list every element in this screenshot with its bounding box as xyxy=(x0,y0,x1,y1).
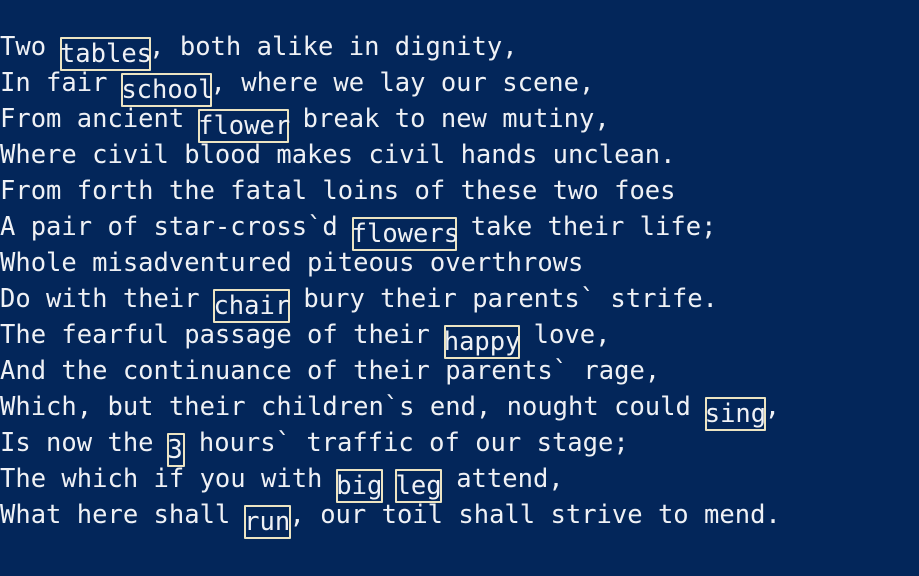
verse-text: , both alike in dignity, xyxy=(149,32,518,62)
verse-text: A pair of star-cross`d xyxy=(0,212,354,242)
verse-line: Where civil blood makes civil hands uncl… xyxy=(0,137,919,173)
verse-text: hours` traffic of our stage; xyxy=(183,428,629,458)
verse-text: Whole misadventured piteous overthrows xyxy=(0,248,584,278)
verse-text: The fearful passage of their xyxy=(0,320,446,350)
verse-text: Is now the xyxy=(0,428,169,458)
verse-text: attend, xyxy=(440,464,564,494)
verse-text: , where we lay our scene, xyxy=(210,68,595,98)
verse-line: The fearful passage of their happy love, xyxy=(0,317,919,357)
verse-text: love, xyxy=(518,320,611,350)
verse-text: The which if you with xyxy=(0,464,338,494)
verse-text: , xyxy=(764,392,781,422)
verse-line: Two tables, both alike in dignity, xyxy=(0,29,919,69)
verse-text: What here shall xyxy=(0,500,246,530)
verse-line: From ancient flower break to new mutiny, xyxy=(0,101,919,141)
verse-line: A pair of star-cross`d flowers take thei… xyxy=(0,209,919,249)
verse-line: What here shall run, our toil shall stri… xyxy=(0,497,919,537)
poem-canvas: Two tables, both alike in dignity, In fai… xyxy=(0,0,919,576)
verse-line: Is now the 3 hours` traffic of our stage… xyxy=(0,425,919,465)
verse-line: Which, but their children`s end, nought … xyxy=(0,389,919,429)
verse-text: From ancient xyxy=(0,104,200,134)
verse-text: take their life; xyxy=(455,212,717,242)
verse-text: From forth the fatal loins of these two … xyxy=(0,176,676,206)
verse-text: And the continuance of their parents` ra… xyxy=(0,356,661,386)
verse-line: Do with their chair bury their parents` … xyxy=(0,281,919,321)
highlighted-word[interactable]: run xyxy=(244,505,291,539)
verse-line: The which if you with big leg attend, xyxy=(0,461,919,501)
verse-text: In fair xyxy=(0,68,123,98)
verse-line: And the continuance of their parents` ra… xyxy=(0,353,919,389)
verse-text: bury their parents` strife. xyxy=(288,284,718,314)
verse-text: Where civil blood makes civil hands uncl… xyxy=(0,140,676,170)
verse-line: In fair school, where we lay our scene, xyxy=(0,65,919,105)
verse-line: From forth the fatal loins of these two … xyxy=(0,173,919,209)
verse-text: Two xyxy=(0,32,62,62)
verse-text: Which, but their children`s end, nought … xyxy=(0,392,707,422)
verse-text: , our toil shall strive to mend. xyxy=(289,500,781,530)
verse-text: Do with their xyxy=(0,284,215,314)
verse-text: break to new mutiny, xyxy=(287,104,610,134)
poem-text-block: Two tables, both alike in dignity, In fai… xyxy=(0,29,919,537)
verse-line: Whole misadventured piteous overthrows xyxy=(0,245,919,281)
